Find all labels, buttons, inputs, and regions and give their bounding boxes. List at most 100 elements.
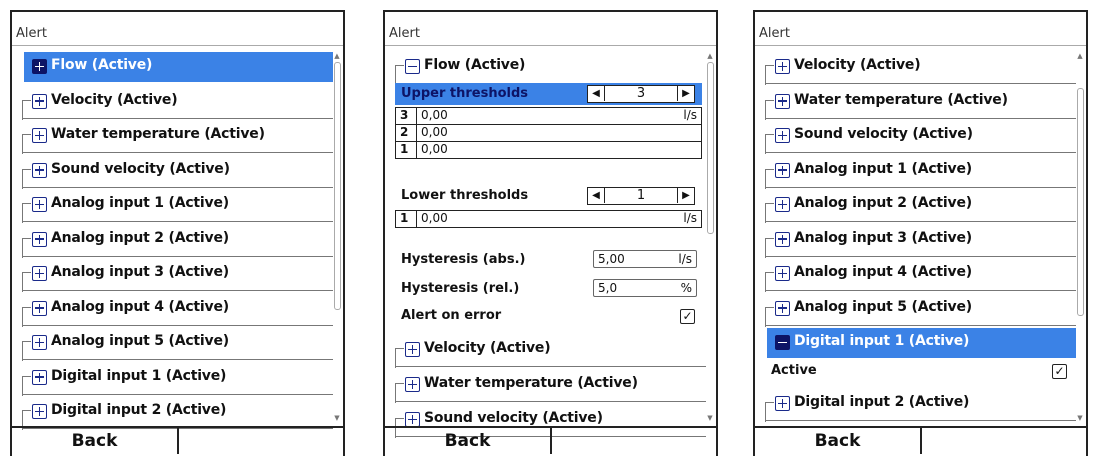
collapse-icon[interactable] xyxy=(405,59,420,74)
list-item-label: Sound velocity (Active) xyxy=(51,160,230,177)
scroll-up-icon[interactable]: ▲ xyxy=(706,52,714,60)
list-item-velocity[interactable]: Velocity (Active) xyxy=(391,333,706,368)
back-button[interactable]: Back xyxy=(385,428,552,454)
increment-arrow-icon[interactable]: ▶ xyxy=(677,188,694,203)
scrollbar[interactable]: ▲ ▼ xyxy=(706,52,714,422)
list-item-sound-velocity[interactable]: Sound velocity (Active) xyxy=(18,154,333,189)
expand-icon[interactable] xyxy=(405,412,420,427)
list-item-label: Water temperature (Active) xyxy=(794,91,1008,108)
list-item-water-temperature[interactable]: Water temperature (Active) xyxy=(18,119,333,154)
list-item-analog-input-1[interactable]: Analog input 1 (Active) xyxy=(18,188,333,223)
title-divider xyxy=(385,45,716,46)
list-item-analog-input-1[interactable]: Analog input 1 (Active) xyxy=(761,154,1076,189)
increment-arrow-icon[interactable]: ▶ xyxy=(677,86,694,101)
upper-thresholds-stepper[interactable]: ◀ 3 ▶ xyxy=(587,85,695,103)
scroll-down-icon[interactable]: ▼ xyxy=(1076,414,1084,422)
list-item-label: Velocity (Active) xyxy=(51,91,178,108)
hysteresis-abs-field[interactable]: 5,00 l/s xyxy=(593,250,697,268)
threshold-value[interactable]: 0,00 xyxy=(421,211,448,226)
list-item-label: Analog input 2 (Active) xyxy=(794,195,972,211)
scrollbar[interactable]: ▲ ▼ xyxy=(333,52,341,422)
expand-icon[interactable] xyxy=(32,231,47,247)
list-item-analog-input-5[interactable]: Analog input 5 (Active) xyxy=(761,292,1076,327)
list-item-analog-input-2[interactable]: Analog input 2 (Active) xyxy=(761,188,1076,223)
scroll-up-icon[interactable]: ▲ xyxy=(333,52,341,60)
list-item-analog-input-4[interactable]: Analog input 4 (Active) xyxy=(18,292,333,327)
expand-icon[interactable] xyxy=(32,300,47,316)
panel-title: Alert xyxy=(16,26,47,41)
threshold-value[interactable]: 0,00 xyxy=(421,125,448,140)
active-label: Active xyxy=(771,363,817,378)
threshold-value[interactable]: 0,00 xyxy=(421,142,448,157)
expand-icon[interactable] xyxy=(405,377,420,392)
table-row[interactable]: 1 0,00 xyxy=(396,142,701,158)
expand-icon[interactable] xyxy=(775,266,790,281)
alert-panel-2: Alert Flow (Active) Upper thresholds ◀ 3… xyxy=(383,10,718,456)
scroll-thumb[interactable] xyxy=(334,62,341,310)
list-item-analog-input-5[interactable]: Analog input 5 (Active) xyxy=(18,326,333,361)
collapse-icon[interactable] xyxy=(775,335,790,350)
list-item-digital-input-2[interactable]: Digital input 2 (Active) xyxy=(761,387,1076,422)
list-item-digital-input-1[interactable]: Digital input 1 (Active) xyxy=(761,326,1076,360)
alert-panel-1: Alert Flow (Active) Velocity (Active) Wa… xyxy=(10,10,345,456)
back-button[interactable]: Back xyxy=(12,428,179,454)
threshold-value[interactable]: 0,00 xyxy=(421,108,448,123)
expand-icon[interactable] xyxy=(32,404,47,419)
list-item-digital-input-2[interactable]: Digital input 2 (Active) xyxy=(18,395,333,430)
upper-thresholds-table: 3 0,00 l/s 2 0,00 1 0,00 xyxy=(395,107,702,159)
list-item-analog-input-3[interactable]: Analog input 3 (Active) xyxy=(761,223,1076,258)
lower-thresholds-stepper[interactable]: ◀ 1 ▶ xyxy=(587,187,695,205)
hysteresis-abs-label: Hysteresis (abs.) xyxy=(401,252,526,267)
scroll-down-icon[interactable]: ▼ xyxy=(706,414,714,422)
active-checkbox[interactable]: ✓ xyxy=(1052,364,1067,379)
list-item-water-temperature[interactable]: Water temperature (Active) xyxy=(391,368,706,403)
unit-label: l/s xyxy=(683,211,697,225)
expand-icon[interactable] xyxy=(32,128,47,143)
back-button[interactable]: Back xyxy=(755,428,922,454)
expand-icon[interactable] xyxy=(775,162,790,178)
expand-icon[interactable] xyxy=(775,231,790,247)
expand-icon[interactable] xyxy=(32,93,47,109)
scroll-thumb[interactable] xyxy=(707,62,714,234)
list-item-flow[interactable]: Flow (Active) xyxy=(18,50,333,84)
list-item-label: Flow (Active) xyxy=(424,57,526,73)
expand-icon[interactable] xyxy=(32,197,47,212)
upper-thresholds-row[interactable]: Upper thresholds ◀ 3 ▶ xyxy=(395,83,702,105)
table-row[interactable]: 1 0,00 l/s xyxy=(396,211,701,227)
scroll-up-icon[interactable]: ▲ xyxy=(1076,52,1084,60)
expand-icon[interactable] xyxy=(775,300,790,316)
expand-icon[interactable] xyxy=(405,342,420,357)
expand-icon[interactable] xyxy=(32,266,47,281)
list-item-label: Sound velocity (Active) xyxy=(794,126,973,142)
decrement-arrow-icon[interactable]: ◀ xyxy=(588,86,605,101)
alert-on-error-checkbox[interactable]: ✓ xyxy=(680,309,695,324)
expand-icon[interactable] xyxy=(775,396,790,411)
expand-icon[interactable] xyxy=(32,162,47,178)
list-item-label: Water temperature (Active) xyxy=(424,375,638,391)
list-item-analog-input-4[interactable]: Analog input 4 (Active) xyxy=(761,257,1076,292)
expand-icon[interactable] xyxy=(775,59,790,74)
scroll-thumb[interactable] xyxy=(1077,88,1084,316)
list-item-analog-input-2[interactable]: Analog input 2 (Active) xyxy=(18,223,333,258)
list-item-velocity[interactable]: Velocity (Active) xyxy=(761,50,1076,85)
table-row[interactable]: 3 0,00 l/s xyxy=(396,108,701,125)
table-row[interactable]: 2 0,00 xyxy=(396,125,701,142)
lower-thresholds-row[interactable]: Lower thresholds ◀ 1 ▶ xyxy=(395,185,702,207)
expand-icon[interactable] xyxy=(32,335,47,350)
scrollbar[interactable]: ▲ ▼ xyxy=(1076,52,1084,422)
row-index: 2 xyxy=(400,125,409,139)
expand-icon[interactable] xyxy=(32,59,47,74)
scroll-down-icon[interactable]: ▼ xyxy=(333,414,341,422)
expand-icon[interactable] xyxy=(775,197,790,212)
expand-icon[interactable] xyxy=(775,93,790,109)
decrement-arrow-icon[interactable]: ◀ xyxy=(588,188,605,203)
expand-icon[interactable] xyxy=(775,128,790,143)
list-item-analog-input-3[interactable]: Analog input 3 (Active) xyxy=(18,257,333,292)
list-item-velocity[interactable]: Velocity (Active) xyxy=(18,85,333,120)
list-item-water-temperature[interactable]: Water temperature (Active) xyxy=(761,85,1076,120)
list-item-sound-velocity[interactable]: Sound velocity (Active) xyxy=(761,119,1076,154)
list-item-digital-input-1[interactable]: Digital input 1 (Active) xyxy=(18,361,333,396)
list-item-flow[interactable]: Flow (Active) xyxy=(391,50,706,85)
hysteresis-rel-field[interactable]: 5,0 % xyxy=(593,279,697,297)
expand-icon[interactable] xyxy=(32,369,47,385)
